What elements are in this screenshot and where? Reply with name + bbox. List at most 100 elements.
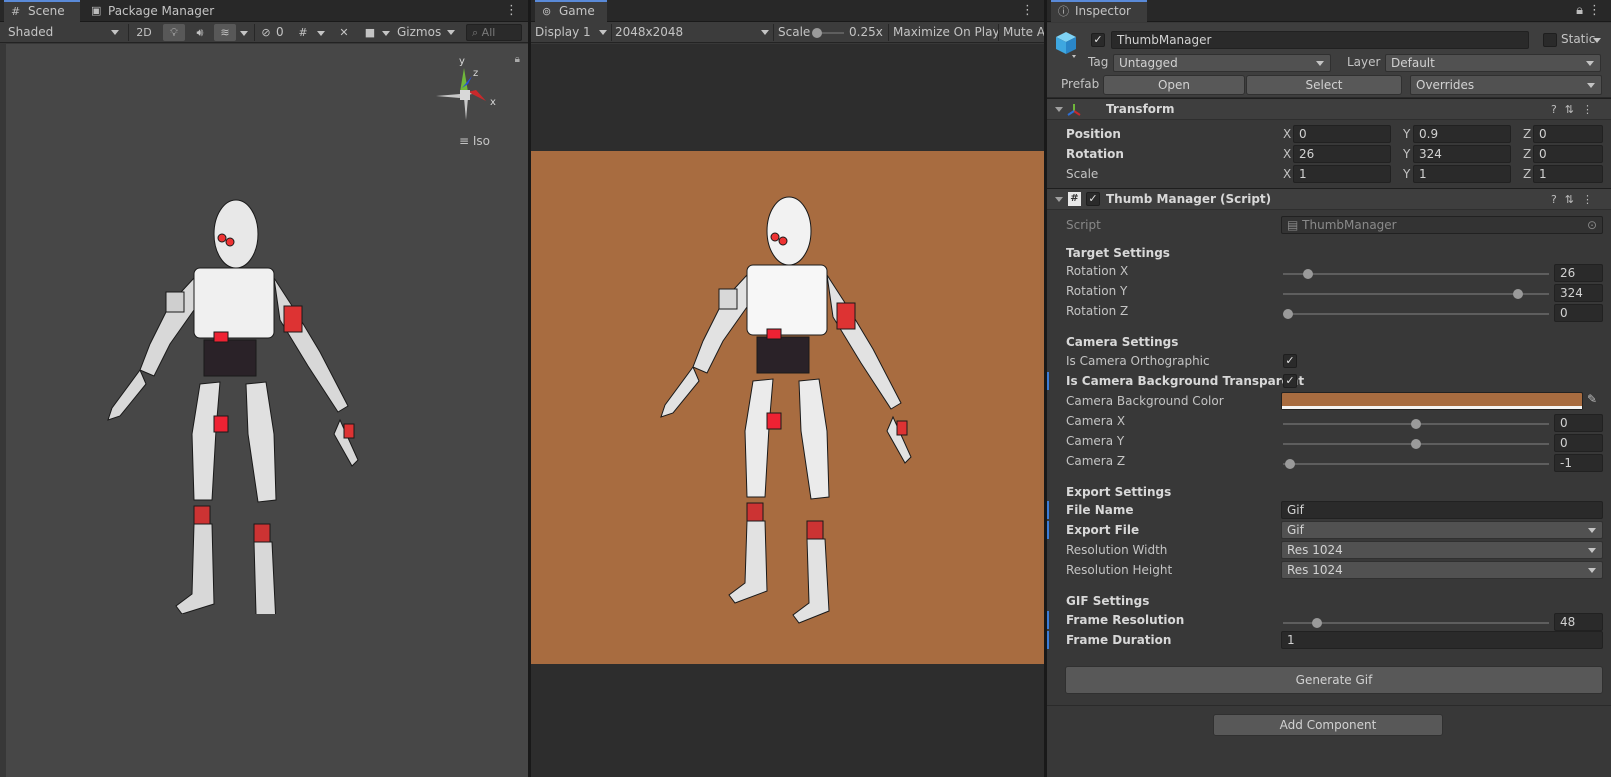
camera-dropdown-icon[interactable] [380, 24, 392, 41]
axis-x-label[interactable]: X [1283, 167, 1291, 181]
tab-game[interactable]: ⊚ Game [535, 0, 607, 22]
rotation-y-slider-track[interactable] [1283, 293, 1549, 295]
rotation-y-field[interactable]: 324 [1413, 145, 1511, 163]
script-enabled-checkbox[interactable]: ✓ [1086, 192, 1100, 206]
component-actions-icons[interactable]: ?⇅⋮ [1551, 189, 1601, 210]
active-checkbox[interactable]: ✓ [1091, 33, 1105, 47]
projection-label[interactable]: ≡ Iso [459, 134, 490, 148]
static-checkbox[interactable] [1543, 33, 1557, 47]
eyedropper-icon[interactable]: ✎ [1587, 392, 1597, 406]
resolution-dropdown[interactable]: 2048x2048 [615, 22, 769, 43]
camera-z-value-field[interactable]: -1 [1554, 454, 1603, 472]
rotation-z-slider-track[interactable] [1283, 313, 1549, 315]
scale-z-field[interactable]: 1 [1533, 165, 1603, 183]
effects-toggle-icon[interactable]: ≋ [214, 24, 236, 41]
tools-icon[interactable]: ✕ [335, 24, 353, 41]
grid-dropdown-icon[interactable] [315, 24, 327, 41]
tab-package-manager[interactable]: ▣ Package Manager [84, 0, 219, 22]
export-file-dropdown[interactable]: Gif [1281, 521, 1603, 539]
prefab-overrides-dropdown[interactable]: Overrides [1410, 75, 1602, 95]
gizmos-dropdown[interactable]: Gizmos [397, 22, 455, 43]
scale-y-field[interactable]: 1 [1413, 165, 1511, 183]
prefab-select-button[interactable]: Select [1246, 75, 1402, 95]
axis-x-label[interactable]: X [1283, 147, 1291, 161]
scene-tab-menu-icon[interactable]: ⋮ [505, 0, 518, 22]
transform-header[interactable]: Transform ?⇅⋮ [1047, 98, 1611, 120]
game-tab-menu-icon[interactable]: ⋮ [1021, 0, 1034, 22]
hidden-objects-icon[interactable]: ⊘ [258, 24, 274, 41]
object-picker-icon[interactable]: ⊙ [1587, 217, 1597, 233]
grid-snap-icon[interactable]: # [293, 24, 313, 41]
static-dropdown-icon[interactable] [1593, 38, 1601, 43]
lock-icon[interactable]: 🔒︎ [515, 54, 520, 65]
foldout-arrow-icon[interactable] [1055, 107, 1063, 112]
tag-dropdown[interactable]: Untagged [1113, 54, 1331, 72]
axis-y-label[interactable]: Y [1403, 167, 1410, 181]
axis-x-label[interactable]: X [1283, 127, 1291, 141]
maximize-on-play-toggle[interactable]: Maximize On Play [893, 22, 1000, 43]
frame-res-slider-knob[interactable] [1312, 618, 1322, 628]
generate-gif-button[interactable]: Generate Gif [1065, 666, 1603, 694]
position-x-field[interactable]: 0 [1293, 125, 1391, 143]
lighting-toggle-icon[interactable]: 💡︎ [163, 24, 185, 41]
scale-slider-knob[interactable] [812, 28, 822, 38]
rotation-x-slider-knob[interactable] [1303, 269, 1313, 279]
lock-icon[interactable]: 🔒︎ [1576, 0, 1583, 22]
tab-inspector[interactable]: ⓘ Inspector [1051, 0, 1147, 22]
axis-y-label[interactable]: Y [1403, 147, 1410, 161]
display-dropdown[interactable]: Display 1 [535, 22, 607, 43]
camera-x-slider-knob[interactable] [1411, 419, 1421, 429]
rotation-y-value-field[interactable]: 324 [1554, 284, 1603, 302]
camera-z-slider-knob[interactable] [1285, 459, 1295, 469]
audio-toggle-icon[interactable]: 🔊︎ [190, 24, 210, 41]
rotation-z-value-field[interactable]: 0 [1554, 304, 1603, 322]
frame-res-slider-track[interactable] [1283, 622, 1549, 624]
orientation-gizmo[interactable]: y z x [428, 54, 508, 134]
scene-viewport[interactable]: y z x 🔒︎ ≡ Iso [6, 44, 528, 777]
robot-model[interactable] [96, 194, 376, 614]
toggle-2d-button[interactable]: 2D [133, 24, 155, 41]
camera-transparent-checkbox[interactable]: ✓ [1283, 374, 1297, 388]
tab-scene[interactable]: # Scene [4, 0, 80, 22]
effects-dropdown-icon[interactable] [238, 24, 250, 41]
inspector-tab-menu-icon[interactable]: ⋮ [1588, 0, 1601, 22]
axis-z-label[interactable]: Z [1523, 127, 1531, 141]
rotation-x-field[interactable]: 26 [1293, 145, 1391, 163]
camera-y-slider-knob[interactable] [1411, 439, 1421, 449]
rotation-z-slider-knob[interactable] [1283, 309, 1293, 319]
add-component-button[interactable]: Add Component [1213, 714, 1443, 736]
gif-settings-heading: GIF Settings [1066, 594, 1150, 608]
camera-x-value-field[interactable]: 0 [1554, 414, 1603, 432]
game-viewport[interactable] [531, 44, 1044, 777]
rotation-z-field[interactable]: 0 [1533, 145, 1603, 163]
camera-y-value-field[interactable]: 0 [1554, 434, 1603, 452]
camera-ortho-checkbox[interactable]: ✓ [1283, 354, 1297, 368]
axis-z-label[interactable]: Z [1523, 147, 1531, 161]
camera-bg-color-swatch[interactable] [1281, 392, 1583, 410]
axis-y-label[interactable]: Y [1403, 127, 1410, 141]
scale-x-field[interactable]: 1 [1293, 165, 1391, 183]
rotation-x-value-field[interactable]: 26 [1554, 264, 1603, 282]
component-actions-icons[interactable]: ?⇅⋮ [1551, 99, 1601, 120]
object-name-input[interactable]: ThumbManager [1111, 31, 1529, 49]
res-width-dropdown[interactable]: Res 1024 [1281, 541, 1603, 559]
file-name-input[interactable]: Gif [1281, 501, 1603, 519]
res-height-dropdown[interactable]: Res 1024 [1281, 561, 1603, 579]
foldout-arrow-icon[interactable] [1055, 197, 1063, 202]
position-y-field[interactable]: 0.9 [1413, 125, 1511, 143]
frame-duration-input[interactable]: 1 [1281, 631, 1603, 649]
camera-icon[interactable]: ■ [360, 24, 380, 41]
scene-search-input[interactable]: ⌕ All [466, 24, 522, 41]
camera-z-slider-track[interactable] [1283, 463, 1549, 465]
prefab-open-button[interactable]: Open [1103, 75, 1245, 95]
rotation-y-slider-knob[interactable] [1513, 289, 1523, 299]
frame-res-value-field[interactable]: 48 [1554, 613, 1603, 631]
axis-z-label[interactable]: Z [1523, 167, 1531, 181]
mute-audio-toggle[interactable]: Mute A [1003, 22, 1044, 43]
layer-dropdown[interactable]: Default [1385, 54, 1601, 72]
script-component-header[interactable]: # ✓ Thumb Manager (Script) ?⇅⋮ [1047, 188, 1611, 210]
position-z-field[interactable]: 0 [1533, 125, 1603, 143]
shading-mode-dropdown[interactable]: Shaded [8, 22, 123, 43]
rotation-x-slider-track[interactable] [1283, 273, 1549, 275]
export-settings-heading: Export Settings [1066, 485, 1172, 499]
